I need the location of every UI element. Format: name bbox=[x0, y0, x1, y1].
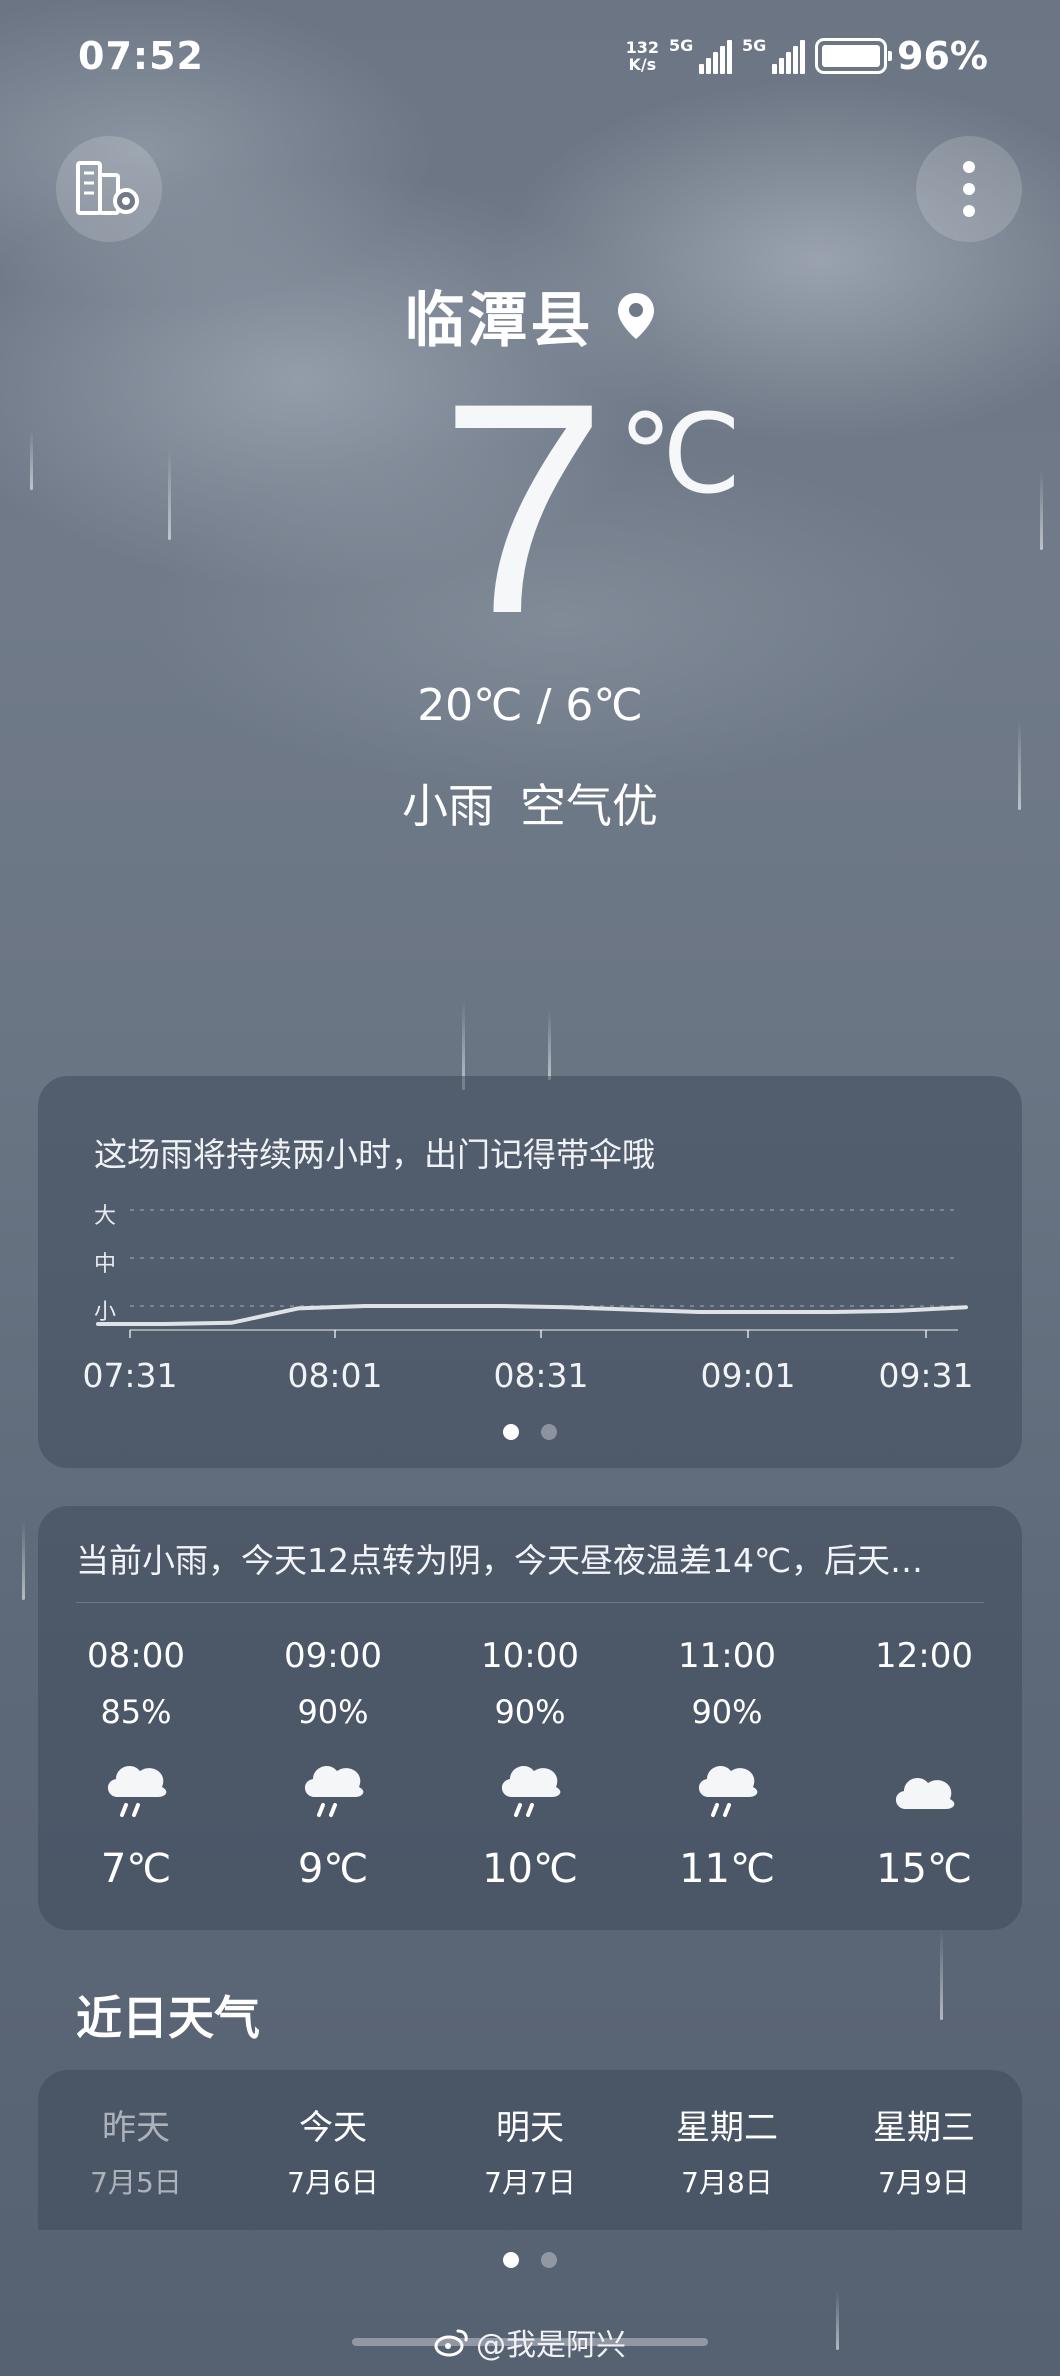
sim1-network-label: 5G bbox=[669, 36, 694, 55]
section-title: 近日天气 bbox=[76, 1991, 260, 2045]
precip-chance: 90% bbox=[494, 1693, 566, 1731]
time-tick: 08:31 bbox=[493, 1356, 589, 1395]
day-name: 昨天 bbox=[102, 2108, 170, 2148]
day-name: 星期三 bbox=[873, 2108, 975, 2148]
watermark: @我是阿兴 bbox=[0, 2320, 1060, 2364]
time-tick: 09:01 bbox=[700, 1356, 796, 1395]
pager-dot-active[interactable] bbox=[503, 1424, 519, 1440]
temperature-range: 20℃ / 6℃ bbox=[417, 680, 643, 731]
pager-dot[interactable] bbox=[541, 2252, 557, 2268]
light-rain-icon bbox=[637, 1746, 817, 1832]
forecast-summary[interactable]: 当前小雨，今天12点转为阴，今天昼夜温差14℃，后天… bbox=[76, 1534, 986, 1582]
air-quality[interactable]: 空气优 bbox=[520, 779, 658, 833]
day-item[interactable]: 今天 7月6日 bbox=[243, 2100, 423, 2201]
hour-item[interactable]: 12:00 15℃ bbox=[834, 1636, 1014, 1892]
precip-chance: 90% bbox=[297, 1693, 369, 1731]
city-manage-button[interactable] bbox=[56, 136, 162, 242]
rain-intensity-line bbox=[96, 1304, 968, 1326]
status-indicators: 132 K/s 5G 5G 96% bbox=[626, 34, 988, 78]
precip-chance bbox=[834, 1692, 1014, 1732]
hourly-forecast-card[interactable]: 当前小雨，今天12点转为阴，今天昼夜温差14℃，后天… 08:00 85% 7℃… bbox=[38, 1506, 1022, 1930]
day-name: 明天 bbox=[496, 2108, 564, 2148]
light-rain-icon bbox=[440, 1746, 620, 1832]
pager-dot[interactable] bbox=[541, 1424, 557, 1440]
rain-streak bbox=[548, 1010, 551, 1080]
weibo-icon bbox=[434, 2329, 468, 2357]
location-pin-icon bbox=[617, 292, 654, 339]
weather-condition: 小雨 bbox=[402, 779, 494, 833]
hour-temp: 15℃ bbox=[876, 1846, 972, 1892]
day-item[interactable]: 星期三 7月9日 bbox=[834, 2100, 1014, 2201]
watermark-text: @我是阿兴 bbox=[476, 2328, 626, 2363]
hour-time: 10:00 bbox=[481, 1636, 579, 1676]
day-name: 星期二 bbox=[676, 2108, 778, 2148]
hour-temp: 11℃ bbox=[679, 1846, 775, 1892]
day-item[interactable]: 明天 7月7日 bbox=[440, 2100, 620, 2201]
day-date: 7月7日 bbox=[484, 2166, 576, 2199]
hour-time: 12:00 bbox=[875, 1636, 973, 1676]
hour-item[interactable]: 10:00 90% 10℃ bbox=[440, 1636, 620, 1892]
sim2-network-label: 5G bbox=[742, 36, 767, 55]
light-rain-icon bbox=[243, 1746, 423, 1832]
page-pager[interactable] bbox=[0, 2252, 1060, 2268]
hour-temp: 10℃ bbox=[482, 1846, 578, 1892]
network-speed-value: 132 bbox=[625, 38, 660, 57]
card-pager[interactable] bbox=[38, 1424, 1022, 1440]
hour-time: 11:00 bbox=[678, 1636, 776, 1676]
day-date: 7月6日 bbox=[287, 2166, 379, 2199]
pager-dot-active[interactable] bbox=[503, 2252, 519, 2268]
hour-temp: 9℃ bbox=[297, 1846, 369, 1892]
precip-chance: 90% bbox=[691, 1693, 763, 1731]
day-date: 7月8日 bbox=[681, 2166, 773, 2199]
day-item[interactable]: 星期二 7月8日 bbox=[637, 2100, 817, 2201]
day-date: 7月5日 bbox=[90, 2166, 182, 2199]
current-conditions: 小雨 空气优 bbox=[0, 770, 1060, 836]
battery-percent: 96% bbox=[897, 34, 988, 78]
more-options-button[interactable] bbox=[916, 136, 1022, 242]
status-bar: 07:52 132 K/s 5G 5G 96% bbox=[0, 0, 1060, 110]
day-date: 7月9日 bbox=[878, 2166, 970, 2199]
hour-item[interactable]: 09:00 90% 9℃ bbox=[243, 1636, 423, 1892]
network-speed: 132 K/s bbox=[626, 39, 659, 73]
signal-icon: 5G bbox=[742, 36, 806, 74]
time-tick: 07:31 bbox=[82, 1356, 178, 1395]
rain-streak bbox=[22, 1520, 25, 1600]
daily-forecast-card[interactable]: 昨天 7月5日 今天 7月6日 明天 7月7日 星期二 7月8日 星期三 7月9… bbox=[38, 2070, 1022, 2230]
hour-time: 09:00 bbox=[284, 1636, 382, 1676]
time-tick: 08:01 bbox=[287, 1356, 383, 1395]
hour-item[interactable]: 08:00 85% 7℃ bbox=[46, 1636, 226, 1892]
precipitation-chart bbox=[96, 1209, 968, 1338]
current-temperature: 7 bbox=[440, 340, 607, 676]
cloudy-icon bbox=[834, 1746, 1014, 1832]
temperature-unit: ℃ bbox=[618, 393, 742, 516]
day-name: 今天 bbox=[299, 2108, 367, 2148]
hour-time: 08:00 bbox=[87, 1636, 185, 1676]
battery-icon bbox=[815, 38, 893, 74]
rain-streak bbox=[168, 450, 171, 540]
light-rain-icon bbox=[46, 1746, 226, 1832]
network-speed-unit: K/s bbox=[628, 55, 657, 74]
rain-streak bbox=[1040, 470, 1043, 550]
hour-item[interactable]: 11:00 90% 11℃ bbox=[637, 1636, 817, 1892]
status-time: 07:52 bbox=[78, 34, 204, 78]
rain-streak bbox=[940, 1930, 943, 2020]
signal-icon: 5G bbox=[669, 36, 733, 74]
rain-streak bbox=[30, 430, 33, 490]
day-item[interactable]: 昨天 7月5日 bbox=[46, 2100, 226, 2201]
city-settings-icon bbox=[76, 161, 139, 215]
time-tick: 09:31 bbox=[878, 1356, 974, 1395]
more-vertical-icon bbox=[963, 161, 975, 217]
hour-temp: 7℃ bbox=[100, 1846, 172, 1892]
precip-chance: 85% bbox=[100, 1693, 172, 1731]
divider bbox=[76, 1602, 984, 1603]
rain-forecast-card[interactable]: 这场雨将持续两小时，出门记得带伞哦 大 中 小 07:31 08:01 08:3… bbox=[38, 1076, 1022, 1468]
